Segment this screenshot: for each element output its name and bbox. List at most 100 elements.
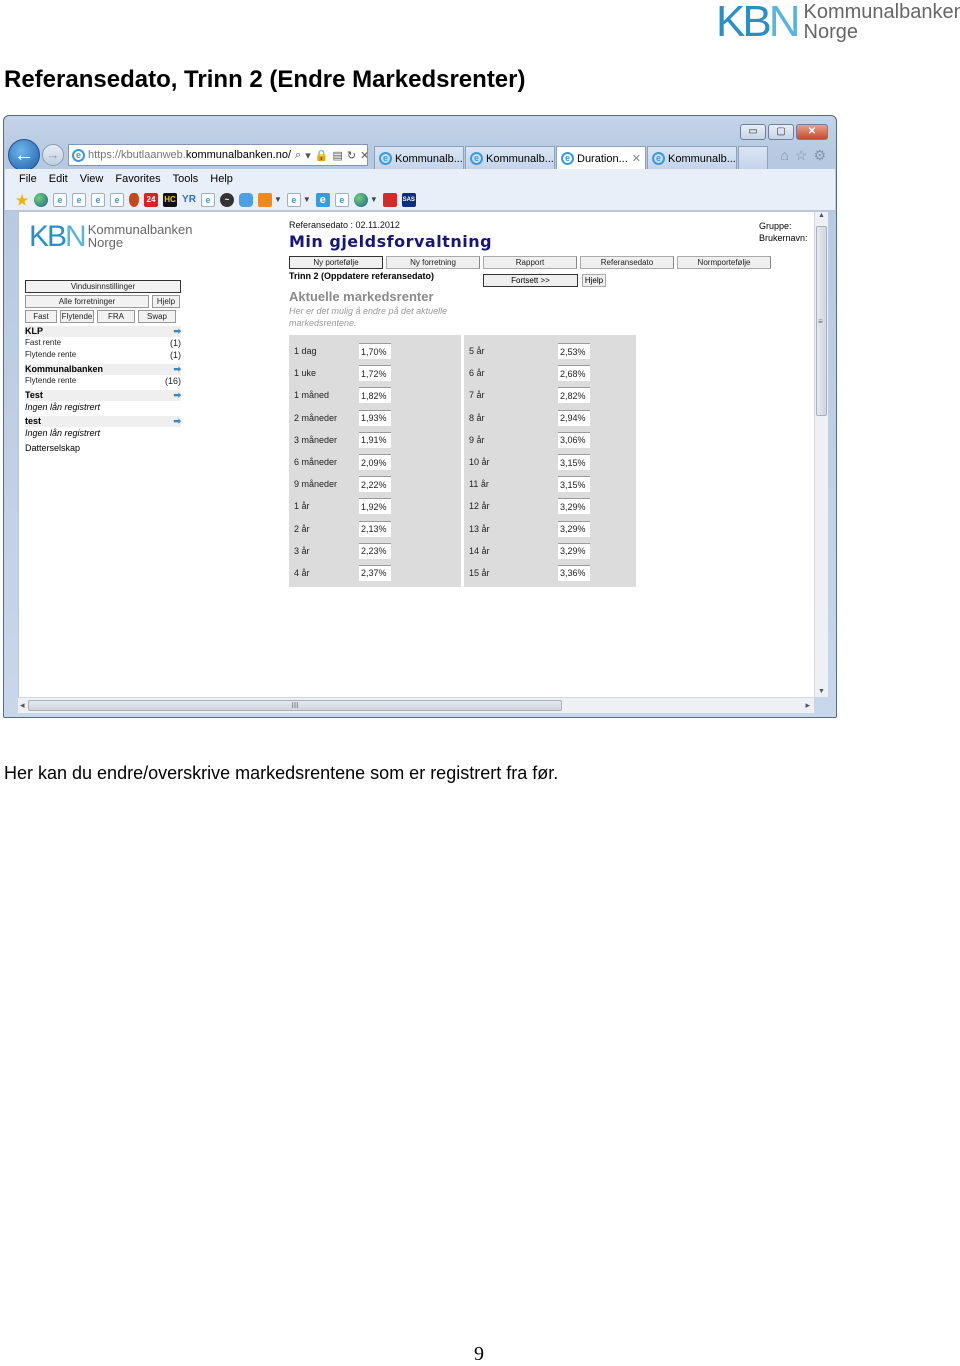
news24-icon[interactable]: 24 — [144, 193, 158, 207]
shield-icon[interactable] — [129, 193, 139, 207]
arrow-right-icon[interactable]: ➡ — [173, 416, 181, 427]
filter-fra-button[interactable]: FRA — [97, 310, 135, 323]
vertical-scrollbar[interactable]: ▲ ≡ ▼ — [814, 212, 828, 697]
window-settings-button[interactable]: Vindusinnstillinger — [25, 280, 181, 293]
scroll-right-icon[interactable]: ▸ — [805, 700, 810, 711]
sidebar-group-kommunalbanken[interactable]: Kommunalbanken➡ — [25, 364, 181, 375]
chevron-down-icon[interactable]: ▼ — [303, 195, 311, 204]
close-tab-icon[interactable]: ✕ — [632, 152, 641, 165]
rate-input[interactable] — [558, 476, 590, 492]
arrow-right-icon[interactable]: ➡ — [173, 390, 181, 401]
ie-page-icon[interactable]: e — [201, 193, 215, 207]
ie-page-icon[interactable]: e — [72, 193, 86, 207]
ie-page-icon[interactable]: e — [287, 193, 301, 207]
sidebar-item[interactable]: Flytende rente(16) — [25, 375, 181, 387]
sidebar-group-klp[interactable]: KLP➡ — [25, 326, 181, 337]
sidebar-item[interactable]: Fast rente(1) — [25, 337, 181, 349]
scroll-up-icon[interactable]: ▲ — [815, 212, 828, 219]
address-bar[interactable]: e https://kbutlaanweb.kommunalbanken.no/… — [68, 144, 368, 166]
tab-ny-portefolje[interactable]: Ny portefølje — [289, 256, 383, 269]
compatibility-icon[interactable]: ▤ — [332, 149, 342, 162]
vertical-scroll-thumb[interactable]: ≡ — [816, 226, 827, 416]
rate-input[interactable] — [359, 565, 391, 581]
blue-app-icon[interactable] — [239, 193, 253, 207]
sidebar-group-test-lower[interactable]: test➡ — [25, 416, 181, 427]
yr-icon[interactable]: YR — [182, 193, 196, 207]
hc-icon[interactable]: HC — [163, 193, 177, 207]
rate-input[interactable] — [359, 543, 391, 559]
chevron-down-icon[interactable]: ▼ — [274, 195, 282, 204]
rate-input[interactable] — [359, 521, 391, 537]
search-icon[interactable]: ⌕ — [295, 149, 301, 162]
rate-input[interactable] — [558, 343, 590, 359]
filter-fast-button[interactable]: Fast — [25, 310, 57, 323]
rate-input[interactable] — [359, 410, 391, 426]
forward-button[interactable]: → — [42, 144, 64, 166]
ie-page-icon[interactable]: e — [335, 193, 349, 207]
favorites-star-icon[interactable]: ☆ — [795, 147, 808, 164]
arrow-right-icon[interactable]: ➡ — [173, 326, 181, 337]
sidebar-item[interactable]: Flytende rente(1) — [25, 349, 181, 361]
browser-tab[interactable]: eKommunalb... — [465, 146, 555, 170]
menu-edit[interactable]: Edit — [49, 173, 68, 185]
scroll-left-icon[interactable]: ◂ — [20, 700, 25, 711]
browser-tab[interactable]: eKommunalb... — [647, 146, 737, 170]
new-tab-button[interactable] — [738, 146, 768, 170]
ie-icon[interactable]: e — [316, 193, 330, 207]
browser-tab-active[interactable]: eDuration...✕ — [556, 146, 646, 170]
menu-favorites[interactable]: Favorites — [115, 173, 160, 185]
rate-input[interactable] — [558, 543, 590, 559]
sidebar-subsidiary[interactable]: Datterselskap — [25, 441, 181, 455]
help-button[interactable]: Hjelp — [582, 274, 606, 287]
tab-ny-forretning[interactable]: Ny forretning — [386, 256, 480, 269]
dark-circle-icon[interactable]: ~ — [220, 193, 234, 207]
rate-input[interactable] — [558, 387, 590, 403]
rate-input[interactable] — [359, 476, 391, 492]
sidebar-group-test[interactable]: Test➡ — [25, 390, 181, 401]
rate-input[interactable] — [558, 498, 590, 514]
tab-rapport[interactable]: Rapport — [483, 256, 577, 269]
all-deals-button[interactable]: Alle forretninger — [25, 295, 149, 308]
globe-icon[interactable] — [354, 193, 368, 207]
tab-normportefolje[interactable]: Normportefølje — [677, 256, 771, 269]
browser-tab[interactable]: eKommunalb... — [374, 146, 464, 170]
rate-input[interactable] — [359, 343, 391, 359]
gear-icon[interactable]: ⚙ — [813, 147, 826, 164]
filter-flytende-button[interactable]: Flytende — [60, 310, 94, 323]
refresh-icon[interactable]: ↻ — [347, 149, 356, 162]
rate-input[interactable] — [359, 498, 391, 514]
ie-page-icon[interactable]: e — [110, 193, 124, 207]
rate-input[interactable] — [359, 454, 391, 470]
bulb-icon[interactable] — [258, 193, 272, 207]
arrow-right-icon[interactable]: ➡ — [173, 364, 181, 375]
menu-view[interactable]: View — [80, 173, 104, 185]
menu-file[interactable]: File — [19, 173, 37, 185]
sas-icon[interactable]: SAS — [402, 193, 416, 207]
ie-page-icon[interactable]: e — [53, 193, 67, 207]
filter-swap-button[interactable]: Swap — [138, 310, 176, 323]
kbn-site-logo[interactable]: KBN Kommunalbanken Norge — [29, 222, 193, 252]
stop-icon[interactable]: ✕ — [360, 149, 368, 162]
globe-icon[interactable] — [34, 193, 48, 207]
rate-input[interactable] — [558, 365, 590, 381]
rate-input[interactable] — [558, 410, 590, 426]
back-button[interactable]: ← — [8, 139, 40, 171]
rate-input[interactable] — [558, 432, 590, 448]
ie-page-icon[interactable]: e — [91, 193, 105, 207]
add-favorite-icon[interactable]: ★ — [15, 193, 29, 207]
rate-input[interactable] — [558, 454, 590, 470]
rate-input[interactable] — [359, 432, 391, 448]
continue-button[interactable]: Fortsett >> — [483, 274, 578, 287]
rate-input[interactable] — [359, 365, 391, 381]
chevron-down-icon[interactable]: ▾ — [305, 149, 311, 162]
menu-help[interactable]: Help — [210, 173, 233, 185]
horizontal-scroll-thumb[interactable]: III — [28, 700, 562, 711]
rate-input[interactable] — [558, 521, 590, 537]
rate-input[interactable] — [359, 387, 391, 403]
chevron-down-icon[interactable]: ▼ — [370, 195, 378, 204]
menu-tools[interactable]: Tools — [173, 173, 199, 185]
nsb-icon[interactable] — [383, 193, 397, 207]
sidebar-help-button[interactable]: Hjelp — [152, 295, 180, 308]
rate-input[interactable] — [558, 565, 590, 581]
scroll-down-icon[interactable]: ▼ — [815, 688, 828, 695]
